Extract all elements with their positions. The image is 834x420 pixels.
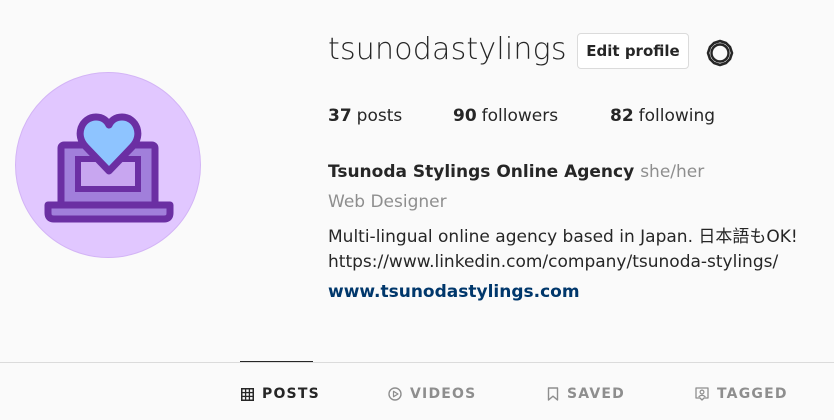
tabs-divider: [0, 362, 834, 363]
tag-person-icon: [695, 387, 709, 401]
tab-posts-label: POSTS: [262, 386, 320, 402]
website-link[interactable]: www.tsunodastylings.com: [328, 282, 580, 302]
edit-profile-button[interactable]: Edit profile: [577, 33, 689, 69]
followers-count[interactable]: 90 followers: [453, 106, 558, 126]
posts-label: posts: [356, 106, 403, 126]
tab-videos[interactable]: VIDEOS: [388, 386, 476, 402]
tab-videos-label: VIDEOS: [410, 386, 477, 402]
tab-posts[interactable]: POSTS: [241, 386, 320, 402]
followers-label: followers: [481, 106, 559, 126]
gear-icon[interactable]: [705, 38, 735, 68]
tab-saved[interactable]: SAVED: [547, 386, 625, 402]
play-icon: [388, 387, 402, 401]
bio-name: Tsunoda Stylings Online Agency: [328, 162, 635, 182]
following-count-value: 82: [610, 106, 634, 126]
followers-count-value: 90: [453, 106, 477, 126]
grid-icon: [241, 387, 254, 401]
username: tsunodastylings: [328, 32, 567, 67]
tab-tagged[interactable]: TAGGED: [695, 386, 788, 402]
tab-saved-label: SAVED: [567, 386, 625, 402]
tab-tagged-label: TAGGED: [717, 386, 788, 402]
bookmark-icon: [547, 387, 559, 401]
following-count[interactable]: 82 following: [610, 106, 715, 126]
posts-count: 37 posts: [328, 106, 402, 126]
bio-category: Web Designer: [328, 192, 447, 212]
bio-text-line1: Multi-lingual online agency based in Jap…: [328, 227, 798, 247]
bio-name-row: Tsunoda Stylings Online Agency she/her: [328, 162, 704, 182]
bio-text-line2: https://www.linkedin.com/company/tsunoda…: [328, 252, 779, 272]
profile-avatar[interactable]: [15, 72, 201, 258]
active-tab-indicator: [240, 361, 313, 362]
laptop-heart-icon: [44, 113, 174, 223]
posts-count-value: 37: [328, 106, 352, 126]
following-label: following: [638, 106, 716, 126]
pronouns: she/her: [640, 162, 705, 182]
